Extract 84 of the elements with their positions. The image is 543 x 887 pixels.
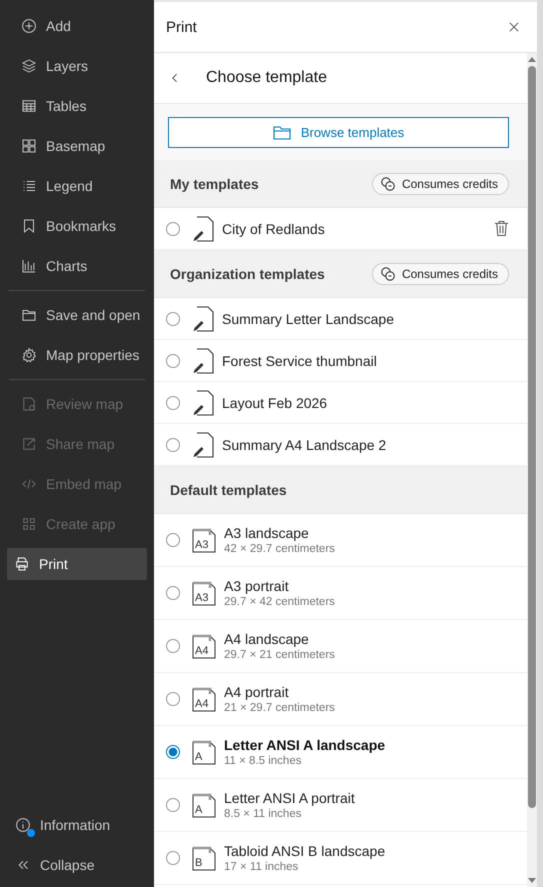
panel-subtitle: Choose template xyxy=(206,69,327,87)
sidebar-item[interactable]: Print xyxy=(7,548,147,580)
radio-button[interactable] xyxy=(166,586,180,600)
radio-button[interactable] xyxy=(166,745,180,759)
section-heading: Default templates xyxy=(170,482,287,498)
template-name: Forest Service thumbnail xyxy=(222,352,377,368)
radio-button[interactable] xyxy=(166,354,180,368)
sidebar-item[interactable]: Save and open xyxy=(7,295,147,335)
document-icon xyxy=(192,348,214,374)
document-icon xyxy=(192,216,214,242)
page-size-icon: A3 xyxy=(192,580,216,606)
template-option[interactable]: A3 A3 portrait 29.7 × 42 centimeters xyxy=(154,567,527,620)
template-option[interactable]: Forest Service thumbnail xyxy=(154,340,527,382)
radio-button[interactable] xyxy=(166,312,180,326)
template-dimensions: 29.7 × 42 centimeters xyxy=(224,596,335,608)
template-name: Letter ANSI A portrait xyxy=(224,790,355,806)
radio-button[interactable] xyxy=(166,438,180,452)
template-name: Letter ANSI A landscape xyxy=(224,737,386,753)
panel-title: Print xyxy=(166,18,197,36)
template-name: A4 landscape xyxy=(224,631,310,647)
credits-chip: Consumes credits xyxy=(372,172,509,194)
sidebar-item[interactable]: Legend xyxy=(7,166,147,206)
template-dimensions: 21 × 29.7 centimeters xyxy=(224,702,335,714)
section-heading: Organization templates xyxy=(170,266,325,282)
template-option[interactable]: Layout Feb 2026 xyxy=(154,382,527,424)
template-dimensions: 11 × 8.5 inches xyxy=(224,755,302,767)
coins-icon xyxy=(380,266,396,282)
page-size-icon: B xyxy=(192,845,216,871)
template-option[interactable]: Summary Letter Landscape xyxy=(154,298,527,340)
radio-button[interactable] xyxy=(166,533,180,547)
template-option[interactable]: B Tabloid ANSI B landscape 17 × 11 inches xyxy=(154,832,527,885)
document-icon xyxy=(192,432,214,458)
page-size-icon: A3 xyxy=(192,527,216,553)
credits-chip: Consumes credits xyxy=(372,262,509,284)
page-size-icon: A4 xyxy=(192,633,216,659)
template-name: Layout Feb 2026 xyxy=(222,394,328,410)
template-option[interactable]: A4 A4 landscape 29.7 × 21 centimeters xyxy=(154,620,527,673)
info-icon xyxy=(14,816,32,834)
page-size-icon: A4 xyxy=(192,686,216,712)
trash-icon[interactable] xyxy=(494,220,509,237)
page-size-icon: A xyxy=(192,792,216,818)
sidebar-item[interactable]: Basemap xyxy=(7,126,147,166)
template-name: A3 landscape xyxy=(224,525,310,541)
template-dimensions: 8.5 × 11 inches xyxy=(224,808,302,820)
scrollbar[interactable] xyxy=(527,53,537,887)
template-option[interactable]: A4 A4 portrait 21 × 29.7 centimeters xyxy=(154,673,527,726)
template-name: Tabloid ANSI B landscape xyxy=(224,843,386,859)
template-name: City of Redlands xyxy=(222,220,325,236)
bar-chart-icon xyxy=(20,257,38,275)
radio-button[interactable] xyxy=(166,639,180,653)
grid-icon xyxy=(20,137,38,155)
sidebar-item[interactable]: Bookmarks xyxy=(7,206,147,246)
folder-icon xyxy=(272,126,291,140)
template-name: A3 portrait xyxy=(224,578,290,594)
sidebar-item[interactable]: Add xyxy=(7,6,147,46)
plus-circle-icon xyxy=(20,17,38,35)
document-icon xyxy=(192,306,214,332)
template-option[interactable]: A3 A3 landscape 42 × 29.7 centimeters xyxy=(154,514,527,567)
layers-icon xyxy=(20,57,38,75)
radio-button[interactable] xyxy=(166,692,180,706)
browse-templates-button[interactable]: Browse templates xyxy=(168,117,509,148)
sidebar-item[interactable]: Layers xyxy=(7,46,147,86)
template-dimensions: 42 × 29.7 centimeters xyxy=(224,543,335,555)
document-icon xyxy=(192,390,214,416)
sidebar-item[interactable]: Information xyxy=(0,805,116,845)
radio-button[interactable] xyxy=(166,222,180,236)
template-dimensions: 17 × 11 inches xyxy=(224,861,300,873)
template-name: Summary A4 Landscape 2 xyxy=(222,436,386,452)
page-size-icon: A xyxy=(192,739,216,765)
section-heading: My templates xyxy=(170,176,259,192)
sidebar-item[interactable]: Tables xyxy=(7,86,147,126)
gear-icon xyxy=(20,346,38,364)
radio-button[interactable] xyxy=(166,396,180,410)
template-dimensions: 29.7 × 21 centimeters xyxy=(224,649,335,661)
template-name: Summary Letter Landscape xyxy=(222,310,394,326)
template-option[interactable]: A Letter ANSI A portrait 8.5 × 11 inches xyxy=(154,779,527,832)
sidebar-item[interactable]: Charts xyxy=(7,246,147,286)
template-name: A4 portrait xyxy=(224,684,290,700)
coins-icon xyxy=(380,176,396,192)
radio-button[interactable] xyxy=(166,851,180,865)
sidebar-item[interactable]: Collapse xyxy=(0,845,100,885)
radio-button[interactable] xyxy=(166,798,180,812)
template-option[interactable]: A Letter ANSI A landscape 11 × 8.5 inches xyxy=(154,726,527,779)
sidebar-item[interactable]: Map properties xyxy=(7,335,147,375)
